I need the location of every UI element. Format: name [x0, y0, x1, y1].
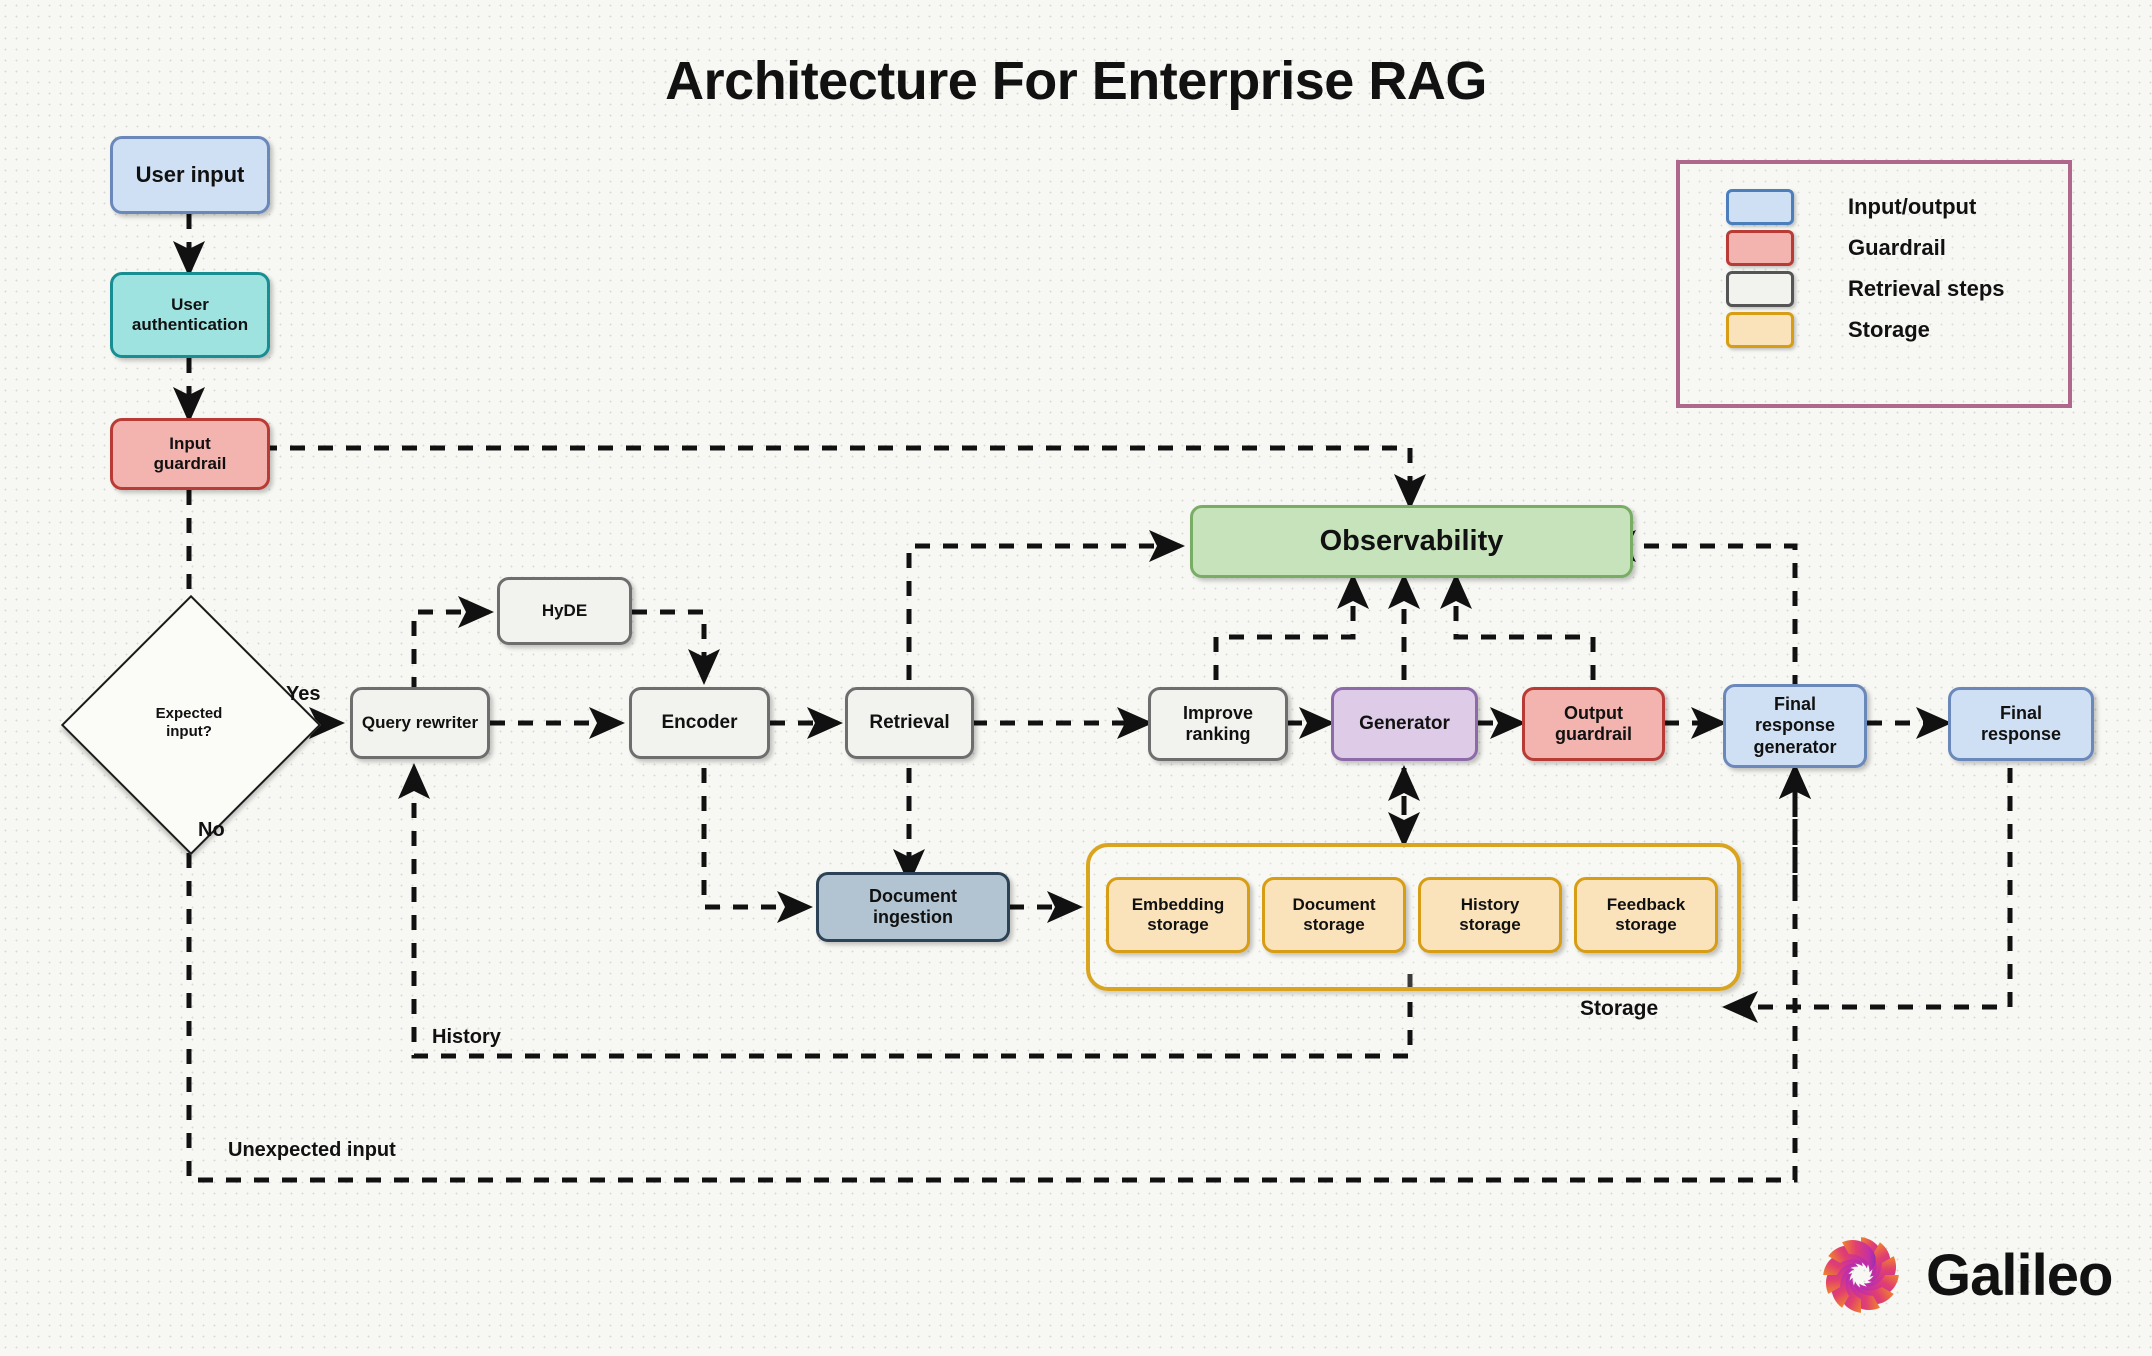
node-query-rewriter[interactable]: Query rewriter [350, 687, 490, 759]
edge-label-history: History [432, 1026, 501, 1048]
legend-swatch-guardrail [1726, 229, 1794, 266]
node-hyde[interactable]: HyDE [497, 577, 632, 645]
node-user-input[interactable]: User input [110, 136, 270, 214]
node-final-response-generator-label: Final response generator [1753, 694, 1837, 757]
node-generator[interactable]: Generator [1331, 687, 1478, 761]
galileo-wordmark: Galileo [1926, 1242, 2113, 1308]
node-embedding-storage-label: Embedding storage [1131, 894, 1225, 934]
node-final-response-generator[interactable]: Final response generator [1723, 684, 1867, 768]
node-improve-ranking-label: Improve ranking [1182, 702, 1254, 744]
legend-label-retrieval-steps: Retrieval steps [1848, 275, 2005, 301]
edge-label-unexpected-input: Unexpected input [228, 1139, 396, 1161]
legend-row: Storage [1726, 309, 2068, 350]
node-expected-input-label: Expected input? [155, 705, 223, 740]
node-input-guardrail[interactable]: Input guardrail [110, 418, 270, 490]
legend-row: Input/output [1726, 186, 2068, 227]
node-encoder-label: Encoder [661, 711, 738, 733]
node-output-guardrail[interactable]: Output guardrail [1522, 687, 1665, 761]
node-observability-label: Observability [1319, 525, 1504, 558]
node-expected-input-decision[interactable]: Expected input? [60, 594, 322, 856]
galileo-pinwheel-icon [1818, 1232, 1904, 1318]
node-output-guardrail-label: Output guardrail [1554, 702, 1633, 744]
node-feedback-storage-label: Feedback storage [1606, 894, 1686, 934]
node-document-storage[interactable]: Document storage [1262, 877, 1406, 953]
legend-swatch-input-output [1726, 188, 1794, 225]
node-user-authentication[interactable]: User authentication [110, 272, 270, 358]
legend-swatch-retrieval-steps [1726, 270, 1794, 307]
node-embedding-storage[interactable]: Embedding storage [1106, 877, 1250, 953]
page-title: Architecture For Enterprise RAG [665, 51, 1487, 111]
galileo-logo: Galileo [1818, 1232, 2113, 1318]
legend-panel: Input/output Guardrail Retrieval steps S… [1676, 160, 2072, 408]
edge-label-yes: Yes [286, 683, 321, 705]
legend-label-storage: Storage [1848, 316, 1930, 342]
storage-group-label: Storage [1580, 997, 1659, 1020]
node-retrieval-label: Retrieval [869, 711, 950, 733]
node-final-response-label: Final response [1980, 702, 2062, 744]
node-history-storage[interactable]: History storage [1418, 877, 1562, 953]
edge-label-no: No [198, 819, 225, 841]
node-query-rewriter-label: Query rewriter [361, 712, 479, 732]
legend-swatch-storage [1726, 311, 1794, 348]
node-document-storage-label: Document storage [1292, 894, 1376, 934]
node-generator-label: Generator [1359, 712, 1450, 734]
node-document-ingestion-label: Document ingestion [868, 885, 957, 927]
node-input-guardrail-label: Input guardrail [153, 433, 227, 473]
node-improve-ranking[interactable]: Improve ranking [1148, 687, 1288, 761]
node-user-input-label: User input [135, 162, 245, 188]
node-feedback-storage[interactable]: Feedback storage [1574, 877, 1718, 953]
legend-row: Retrieval steps [1726, 268, 2068, 309]
node-encoder[interactable]: Encoder [629, 687, 770, 759]
node-observability[interactable]: Observability [1190, 505, 1633, 578]
legend-row: Guardrail [1726, 227, 2068, 268]
diagram-canvas: Architecture For Enterprise RAG User inp… [0, 0, 2152, 1356]
node-document-ingestion[interactable]: Document ingestion [816, 872, 1010, 942]
legend-label-guardrail: Guardrail [1848, 234, 1946, 260]
node-retrieval[interactable]: Retrieval [845, 687, 974, 759]
legend-label-input-output: Input/output [1848, 193, 1977, 219]
node-final-response[interactable]: Final response [1948, 687, 2094, 761]
node-hyde-label: HyDE [541, 600, 588, 620]
node-user-authentication-label: User authentication [131, 294, 249, 334]
node-history-storage-label: History storage [1459, 894, 1521, 934]
